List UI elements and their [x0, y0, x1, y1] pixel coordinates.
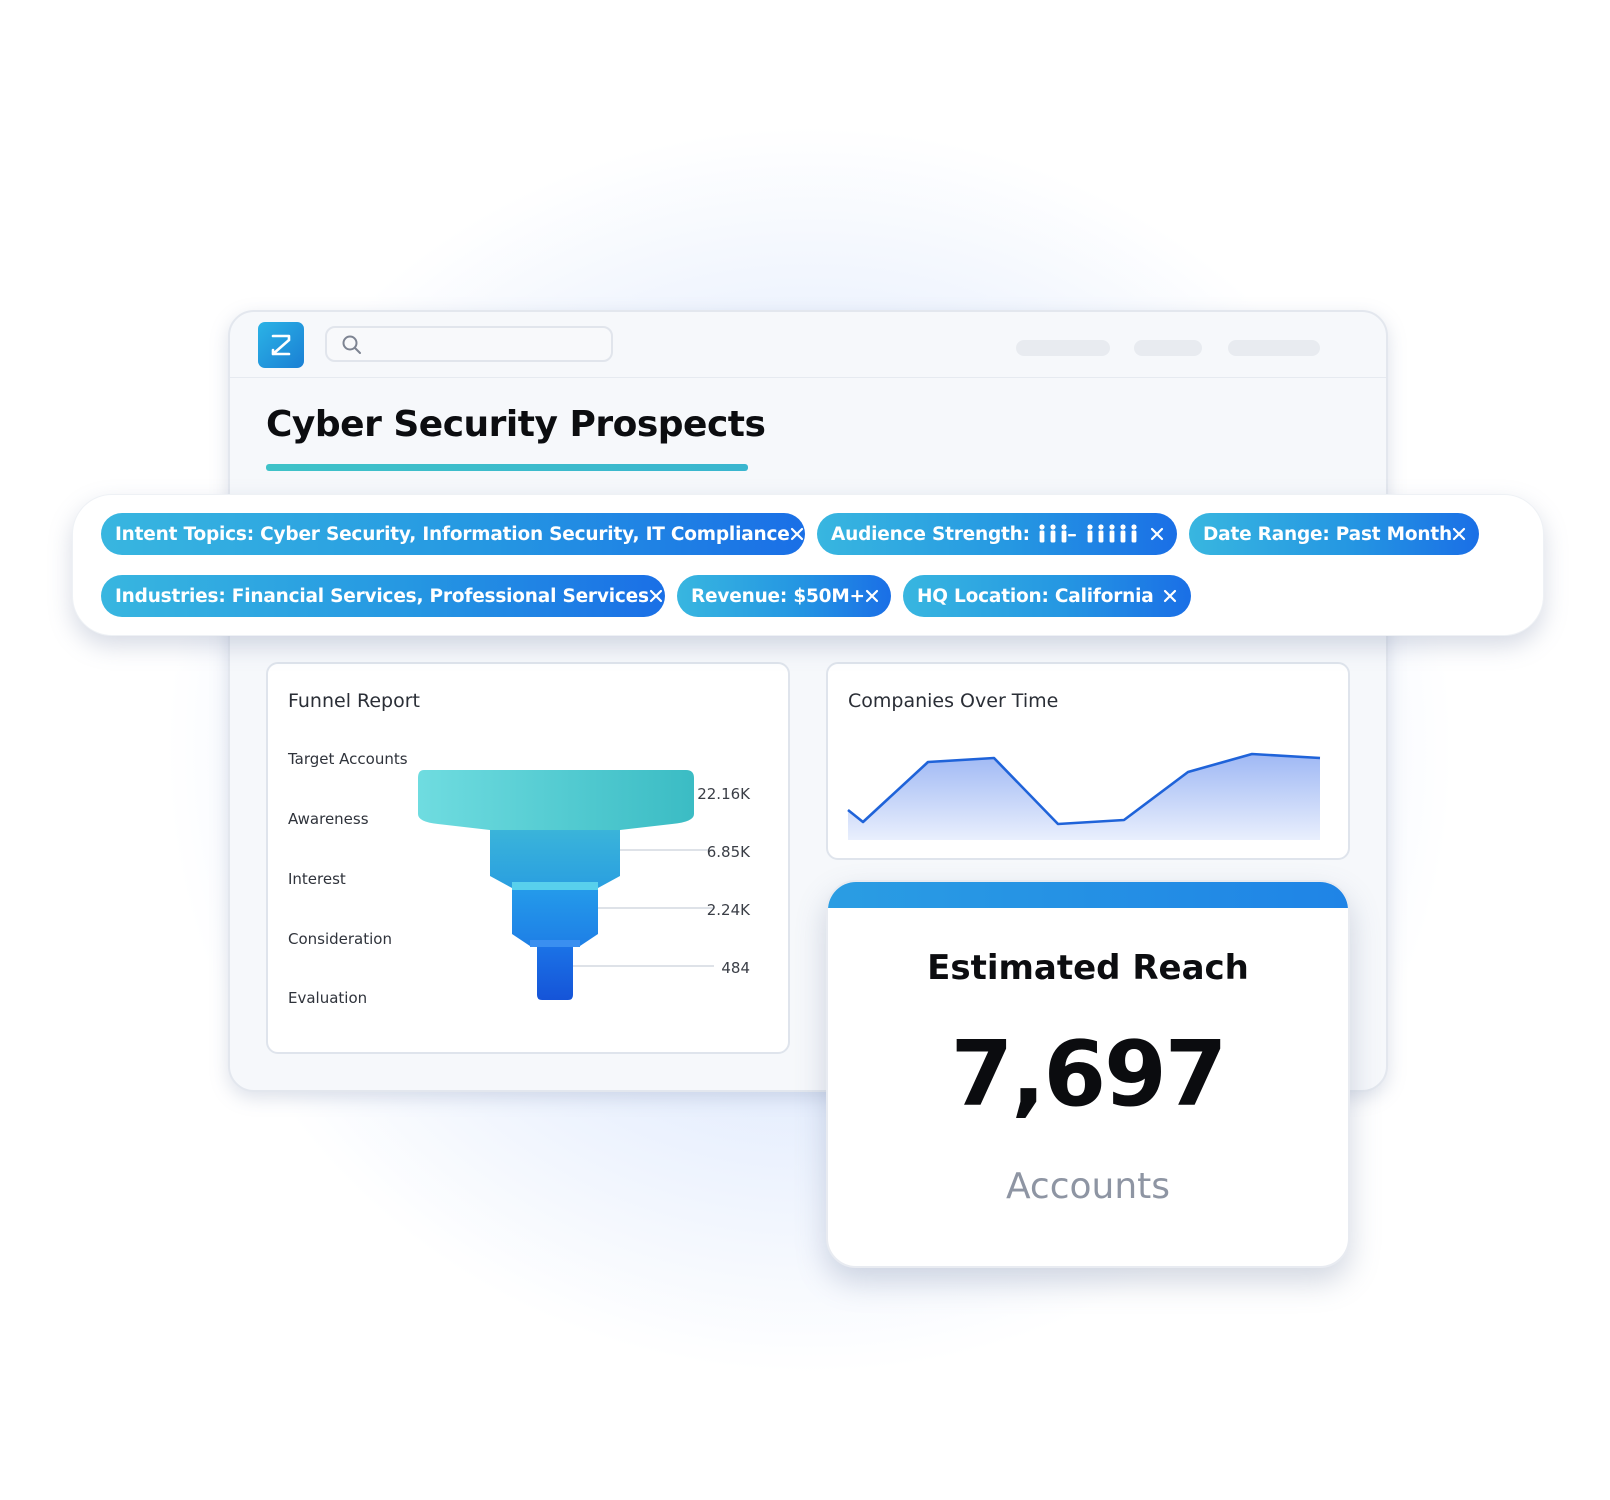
companies-over-time-chart [847, 752, 1321, 840]
top-bar [230, 312, 1386, 378]
reach-card-header-band [828, 882, 1348, 908]
close-icon[interactable] [1452, 525, 1467, 543]
companies-over-time-card: Companies Over Time [826, 662, 1350, 860]
funnel-value: 6.85K [706, 843, 750, 861]
filter-chip-industries[interactable]: Industries: Financial Services, Professi… [101, 575, 665, 617]
close-icon[interactable] [649, 587, 663, 605]
nav-placeholder-2[interactable] [1134, 340, 1202, 356]
filter-chip-label: HQ Location: California [917, 585, 1154, 607]
filter-chip-date-range[interactable]: Date Range: Past Month [1189, 513, 1479, 555]
page-title: Cyber Security Prospects [266, 404, 766, 445]
funnel-value: 2.24K [706, 901, 750, 919]
funnel-value: 22.16K [697, 785, 750, 803]
funnel-report-card: Funnel Report Target Accounts Awareness … [266, 662, 790, 1054]
funnel-segment-4 [537, 947, 573, 1000]
filter-chip-revenue[interactable]: Revenue: $50M+ [677, 575, 891, 617]
filter-chip-label: Date Range: Past Month [1203, 523, 1452, 545]
funnel-segment-3 [512, 890, 598, 946]
filter-bar: Intent Topics: Cyber Security, Informati… [72, 494, 1544, 636]
funnel-value: 484 [721, 959, 750, 977]
filter-chip-intent-topics[interactable]: Intent Topics: Cyber Security, Informati… [101, 513, 805, 555]
close-icon[interactable] [1150, 525, 1165, 543]
nav-placeholder-1[interactable] [1016, 340, 1110, 356]
funnel-seam [530, 940, 580, 947]
estimated-reach-card: Estimated Reach 7,697 Accounts [826, 880, 1350, 1268]
funnel-segment-1 [418, 770, 694, 830]
reach-unit: Accounts [1005, 1166, 1171, 1207]
filter-chip-hq-location[interactable]: HQ Location: California [903, 575, 1191, 617]
funnel-segment-2 [490, 830, 620, 888]
zoominfo-logo[interactable] [258, 322, 304, 368]
search-icon [342, 335, 361, 354]
filter-chip-label: Intent Topics: Cyber Security, Informati… [115, 523, 790, 545]
filter-chip-label: Revenue: $50M+ [691, 585, 865, 607]
close-icon[interactable] [1161, 587, 1179, 605]
close-icon[interactable] [790, 525, 804, 543]
search-input[interactable] [325, 326, 613, 362]
nav-placeholder-3[interactable] [1228, 340, 1320, 356]
logo-glyph [271, 334, 291, 356]
reach-title: Estimated Reach [927, 948, 1249, 988]
title-underline [266, 464, 748, 471]
filter-chip-label: Industries: Financial Services, Professi… [115, 585, 649, 607]
close-icon[interactable] [865, 587, 879, 605]
filter-chip-label: Audience Strength: [831, 523, 1030, 545]
reach-value: 7,697 [950, 1022, 1228, 1127]
filter-chip-audience-strength[interactable]: Audience Strength: [817, 513, 1177, 555]
funnel-seam [512, 882, 598, 890]
area-fill [848, 754, 1320, 840]
people-strength-icons [1038, 523, 1150, 545]
